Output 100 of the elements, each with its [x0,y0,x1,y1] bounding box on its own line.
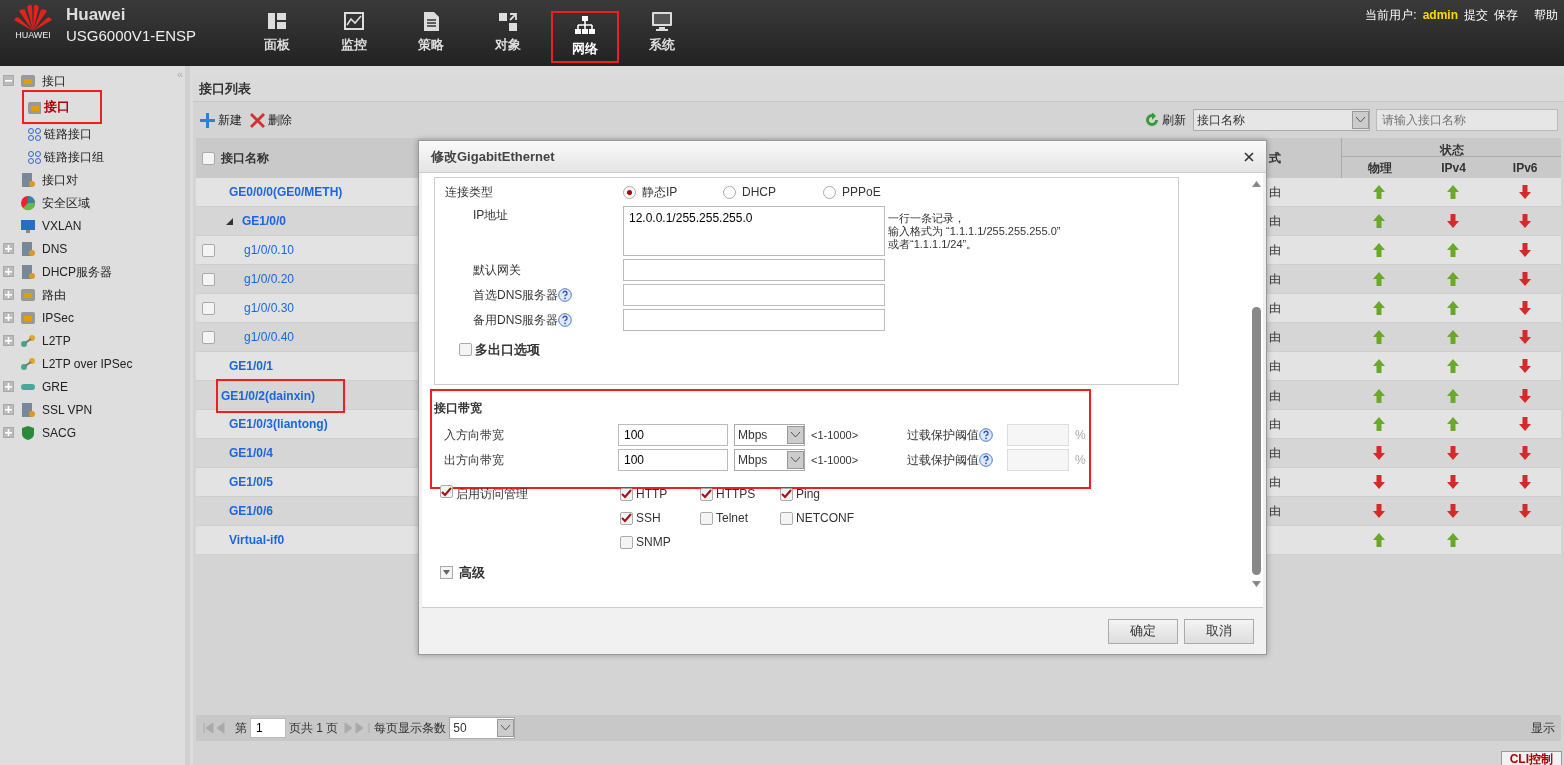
expand-icon[interactable] [3,404,14,415]
refresh-button[interactable]: 刷新 [1144,110,1187,130]
ip-address-field[interactable]: 12.0.0.1/255.255.255.0 [623,206,885,256]
sidebar-item[interactable]: DNS [42,237,68,260]
expand-icon[interactable] [3,289,14,300]
header-link[interactable]: 提交 [1464,6,1488,24]
sidebar-item[interactable]: 接口 [24,92,100,122]
header-link[interactable]: 保存 [1494,6,1518,24]
checkbox[interactable] [620,535,633,549]
sidebar-item[interactable]: VXLAN [42,214,82,237]
username: admin [1422,7,1458,24]
header-link[interactable]: 帮助 [1534,6,1558,24]
sidebar-item[interactable]: 路由 [42,283,66,306]
sidebar-item[interactable]: DHCP服务器 [42,260,112,283]
cancel-button[interactable]: 取消 [1184,618,1254,644]
expand-icon[interactable] [3,266,14,277]
radio-label: 静态IP [642,184,678,201]
sidebar-item[interactable]: L2TP over IPSec [42,352,133,375]
close-button[interactable] [1244,151,1254,162]
table-cell-text: 由 [1269,388,1281,405]
sidebar-item[interactable]: GRE [42,375,68,398]
radio-button[interactable] [823,185,836,199]
expand-icon[interactable] [3,427,14,438]
checkbox-label: SSH [636,510,661,527]
ok-button[interactable]: 确定 [1108,618,1178,644]
expand-icon[interactable] [3,243,14,254]
checkbox[interactable] [202,301,215,315]
column-header: 接口名称 [221,150,269,167]
interface-link[interactable]: GE1/0/1 [226,357,277,375]
expand-icon[interactable] [3,312,14,323]
interface-link[interactable]: GE1/0/4 [226,444,277,462]
interface-link[interactable]: g1/0/0.20 [241,270,298,288]
per-page-dropdown[interactable]: 50 [449,717,516,739]
sidebar-item[interactable]: SACG [42,421,76,444]
nav-tab[interactable]: 系统 [623,0,700,66]
interface-link[interactable]: g1/0/0.40 [241,328,298,346]
interface-link[interactable]: g1/0/0.30 [241,299,298,317]
new-button[interactable]: 新建 [199,110,243,130]
computer-monitor-icon [650,11,673,33]
bandwidth-field[interactable]: 100 [618,424,728,446]
interface-link[interactable]: GE1/0/6 [226,502,277,520]
checkbox[interactable] [620,511,633,525]
sidebar-item[interactable]: 链路接口组 [24,145,107,168]
checkbox-label: 多出口选项 [475,341,540,359]
checkbox[interactable] [440,485,453,498]
checkbox[interactable] [700,511,713,525]
expand-icon[interactable] [3,381,14,392]
network-topology-icon [574,15,596,37]
text-field[interactable] [623,309,885,331]
sidebar-item[interactable]: SSL VPN [42,398,93,421]
panel-title: 接口列表 [199,79,251,98]
interface-link[interactable]: Virtual-if0 [226,531,288,549]
nav-tab[interactable]: 网络 [553,13,617,61]
logo-text: HUAWEI [15,31,51,40]
document-icon [20,171,36,188]
document-icon [20,401,36,418]
expand-icon[interactable] [3,335,14,346]
nav-tab[interactable]: 面板 [238,0,315,66]
nav-tab[interactable]: 对象 [469,0,546,66]
interface-link[interactable]: GE1/0/2(dainxin) [218,381,343,411]
checkbox[interactable] [202,330,215,344]
cli-console-tab[interactable]: CLI控制 [1500,751,1562,765]
radio-button[interactable] [723,185,736,199]
text-field[interactable] [623,259,885,281]
interface-link[interactable]: GE0/0/0(GE0/METH) [226,183,346,201]
pager-label: 显示 [1531,720,1555,737]
sidebar-item[interactable]: 接口对 [42,168,78,191]
bandwidth-field[interactable]: 100 [618,449,728,471]
unit-dropdown[interactable]: Mbps [734,424,805,446]
pager-label: 页共 1 页 [289,720,339,737]
interface-link[interactable]: GE1/0/0 [239,212,290,230]
sidebar-item[interactable]: IPSec [42,306,74,329]
checkbox[interactable] [202,243,215,257]
sidebar-item[interactable]: 接口 [42,69,66,92]
checkbox[interactable] [459,343,472,357]
checkbox[interactable] [202,272,215,286]
nav-tab[interactable]: 策略 [392,0,469,66]
checkbox-label: SNMP [636,534,671,551]
nav-tab[interactable]: 监控 [315,0,392,66]
interface-link[interactable]: g1/0/0.10 [241,241,298,259]
sidebar-item[interactable]: 链路接口 [24,122,95,145]
column-header: IPv6 [1512,161,1538,175]
table-cell-text: 由 [1269,242,1281,259]
sidebar-item[interactable]: L2TP [42,329,71,352]
interface-link[interactable]: GE1/0/5 [226,473,277,491]
advanced-toggle[interactable]: 高级 [422,563,1249,583]
checkbox[interactable] [202,151,215,165]
text-field[interactable] [623,284,885,306]
sidebar-item[interactable]: 安全区域 [42,191,90,214]
unit-dropdown[interactable]: Mbps [734,449,805,471]
search-field[interactable]: 请输入接口名称 [1376,109,1558,131]
collapse-icon[interactable] [3,75,14,86]
page-number-field[interactable]: 1 [250,718,286,738]
table-cell-text: 由 [1269,445,1281,462]
filter-dropdown[interactable]: 接口名称 [1193,109,1370,131]
range-hint: <1-1000> [811,427,860,443]
radio-button[interactable] [623,185,636,199]
checkbox[interactable] [780,511,793,525]
interface-link[interactable]: GE1/0/3(liantong) [226,415,331,433]
delete-button[interactable]: 删除 [249,110,293,130]
